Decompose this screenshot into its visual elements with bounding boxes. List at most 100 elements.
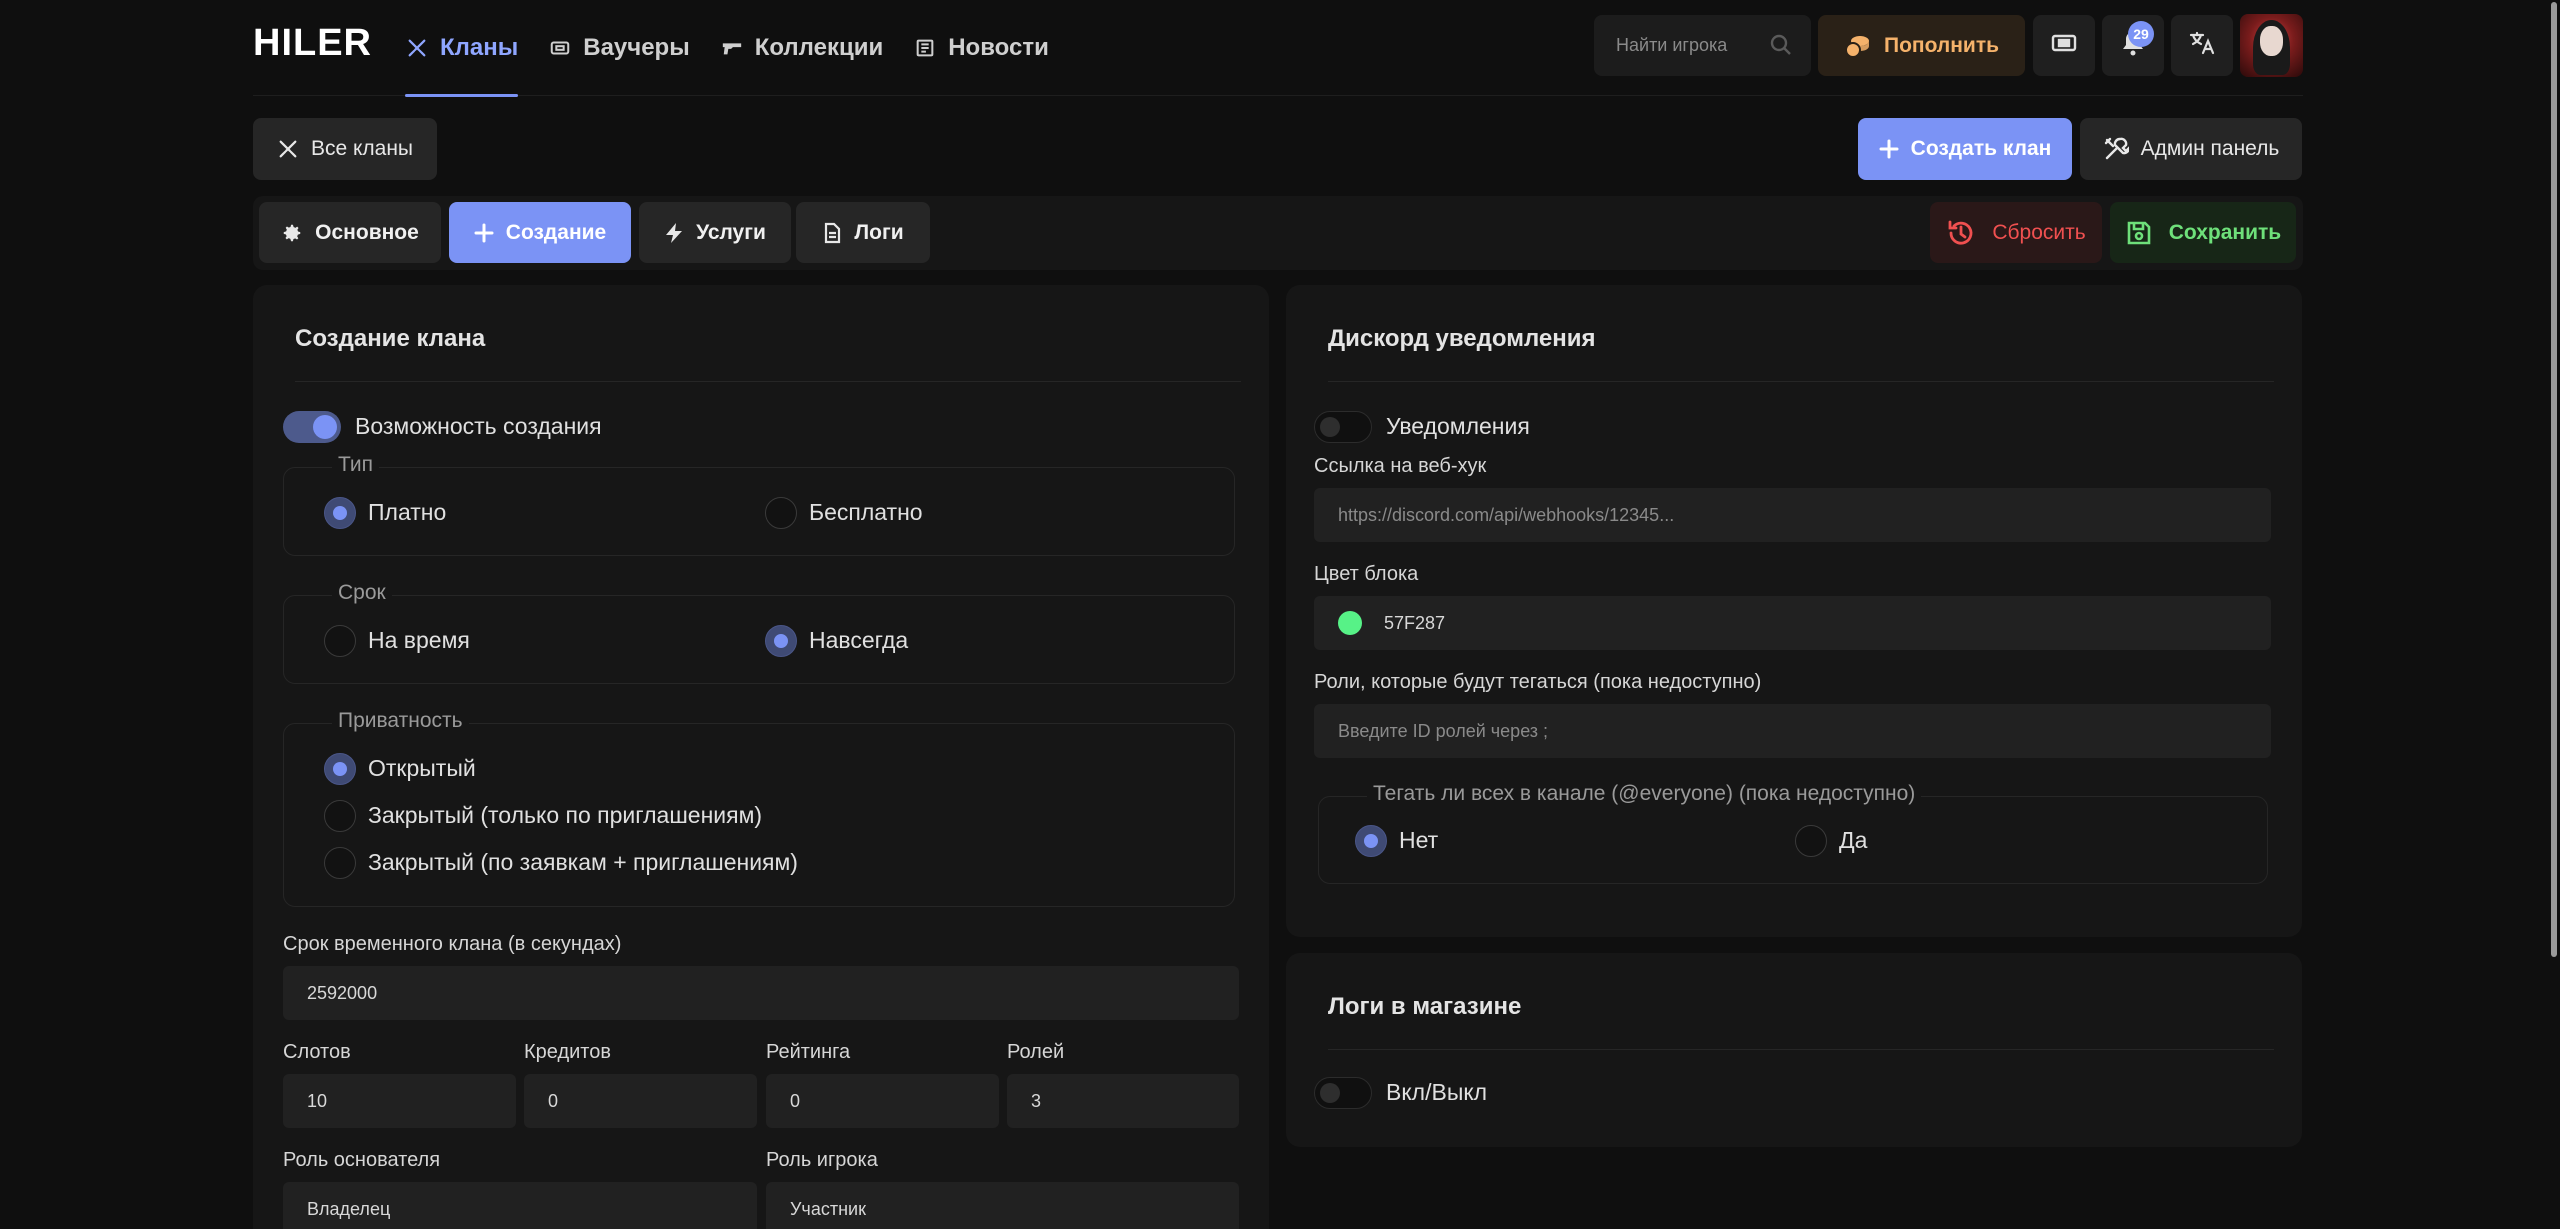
ticket-icon <box>2051 32 2077 59</box>
tab-creation[interactable]: Создание <box>449 202 631 263</box>
privacy-fieldset: Приватность Открытый Закрытый (только по… <box>283 709 1235 907</box>
clan-creation-panel: Создание клана Возможность создания Тип … <box>253 285 1269 1229</box>
file-icon <box>822 222 842 244</box>
rating-input[interactable]: 0 <box>766 1074 999 1128</box>
everyone-yes-radio[interactable] <box>1795 825 1827 857</box>
term-forever-label: Навсегда <box>809 627 909 653</box>
shop-logs-label: Вкл/Выкл <box>1386 1079 1488 1105</box>
player-search-input[interactable]: Найти игрока <box>1594 15 1811 76</box>
main-nav: Кланы Ваучеры Коллекции Новости <box>405 0 1079 97</box>
vouchers-button[interactable] <box>2033 15 2095 76</box>
color-swatch[interactable] <box>1338 611 1362 635</box>
nav-vouchers-label: Ваучеры <box>583 34 690 61</box>
discord-notifications-panel: Дискорд уведомления Уведомления Ссылка н… <box>1286 285 2302 937</box>
all-clans-button[interactable]: Все кланы <box>253 118 437 180</box>
term-legend: Срок <box>332 581 392 605</box>
privacy-open-label: Открытый <box>368 755 476 781</box>
gear-icon <box>281 222 303 244</box>
type-paid-label: Платно <box>368 499 447 525</box>
everyone-legend: Тегать ли всех в канале (@everyone) (пок… <box>1367 782 1922 806</box>
founder-role-input[interactable]: Владелец <box>283 1182 757 1229</box>
panel-title: Логи в магазине <box>1328 993 1522 1020</box>
notifications-button[interactable]: 29 <box>2102 15 2164 76</box>
nav-clans-label: Кланы <box>440 34 519 61</box>
tools-icon <box>2103 136 2129 162</box>
privacy-requests-radio[interactable] <box>324 847 356 879</box>
gun-icon <box>720 36 744 60</box>
tag-roles-label: Роли, которые будут тегаться (пока недос… <box>1314 671 1762 693</box>
privacy-legend: Приватность <box>332 709 469 733</box>
topup-button[interactable]: Пополнить <box>1818 15 2025 76</box>
nav-vouchers[interactable]: Ваучеры <box>548 0 690 96</box>
nav-news-label: Новости <box>948 34 1049 61</box>
nav-news[interactable]: Новости <box>913 0 1049 96</box>
language-button[interactable] <box>2171 15 2233 76</box>
create-clan-button[interactable]: Создать клан <box>1858 118 2072 180</box>
webhook-label: Ссылка на веб-хук <box>1314 455 1487 477</box>
slots-label: Слотов <box>283 1041 351 1063</box>
nav-clans[interactable]: Кланы <box>405 0 519 97</box>
tab-services-label: Услуги <box>696 220 766 244</box>
plus-icon <box>1879 139 1899 159</box>
nav-collections[interactable]: Коллекции <box>720 0 884 96</box>
type-paid-radio[interactable] <box>324 497 356 529</box>
search-placeholder: Найти игрока <box>1616 35 1728 55</box>
admin-panel-label: Админ панель <box>2140 137 2280 160</box>
color-value: 57F287 <box>1384 612 1446 633</box>
shop-logs-panel: Логи в магазине Вкл/Выкл <box>1286 953 2302 1147</box>
floppy-disk-icon <box>2125 219 2153 247</box>
history-icon <box>1946 218 1976 248</box>
save-label: Сохранить <box>2168 220 2282 244</box>
settings-tab-bar: Основное Создание Услуги Логи Сбросить С… <box>253 196 2303 270</box>
everyone-fieldset: Тегать ли всех в канале (@everyone) (пок… <box>1318 782 2268 884</box>
discord-notifications-label: Уведомления <box>1386 413 1530 439</box>
player-role-input[interactable]: Участник <box>766 1182 1239 1229</box>
player-role-label: Роль игрока <box>766 1149 878 1171</box>
everyone-no-label: Нет <box>1399 827 1439 853</box>
tab-services[interactable]: Услуги <box>639 202 791 263</box>
notification-count-badge: 29 <box>2128 21 2154 47</box>
webhook-input[interactable]: https://discord.com/api/webhooks/12345..… <box>1314 488 2271 542</box>
tab-general[interactable]: Основное <box>259 202 441 263</box>
save-button[interactable]: Сохранить <box>2110 202 2296 263</box>
tab-logs[interactable]: Логи <box>796 202 930 263</box>
privacy-invite-only-radio[interactable] <box>324 800 356 832</box>
divider <box>1328 1049 2274 1050</box>
discord-notifications-toggle[interactable] <box>1314 411 1372 443</box>
tab-logs-label: Логи <box>854 220 904 244</box>
slots-input[interactable]: 10 <box>283 1074 516 1128</box>
ticket-icon <box>548 36 572 60</box>
everyone-no-radio[interactable] <box>1355 825 1387 857</box>
bolt-icon <box>664 222 684 244</box>
divider <box>1328 381 2274 382</box>
tab-creation-label: Создание <box>505 220 607 244</box>
block-color-input[interactable]: 57F287 <box>1314 596 2271 650</box>
founder-role-label: Роль основателя <box>283 1149 441 1171</box>
brand-logo[interactable]: HILER <box>253 22 372 65</box>
reset-button[interactable]: Сбросить <box>1930 202 2102 263</box>
roles-count-input[interactable]: 3 <box>1007 1074 1239 1128</box>
tag-roles-input[interactable]: Введите ID ролей через ; <box>1314 704 2271 758</box>
plus-icon <box>474 223 494 243</box>
credits-input[interactable]: 0 <box>524 1074 757 1128</box>
privacy-requests-label: Закрытый (по заявкам + приглашениям) <box>368 849 798 875</box>
panel-title: Создание клана <box>295 325 486 352</box>
term-temporary-radio[interactable] <box>324 625 356 657</box>
topup-label: Пополнить <box>1883 33 2000 57</box>
type-fieldset: Тип Платно Бесплатно <box>283 453 1235 556</box>
shop-logs-toggle[interactable] <box>1314 1077 1372 1109</box>
type-free-radio[interactable] <box>765 497 797 529</box>
divider <box>295 381 1241 382</box>
nav-collections-label: Коллекции <box>754 34 884 61</box>
everyone-yes-label: Да <box>1839 827 1868 853</box>
scrollbar-thumb[interactable] <box>2551 2 2557 957</box>
creation-enabled-label: Возможность создания <box>355 413 602 439</box>
user-avatar[interactable] <box>2240 14 2303 77</box>
page-scrollbar[interactable] <box>2548 0 2560 1229</box>
term-forever-radio[interactable] <box>765 625 797 657</box>
newspaper-icon <box>913 36 937 60</box>
admin-panel-button[interactable]: Админ панель <box>2080 118 2302 180</box>
duration-input[interactable]: 2592000 <box>283 966 1239 1020</box>
privacy-open-radio[interactable] <box>324 753 356 785</box>
creation-enabled-toggle[interactable] <box>283 411 341 443</box>
